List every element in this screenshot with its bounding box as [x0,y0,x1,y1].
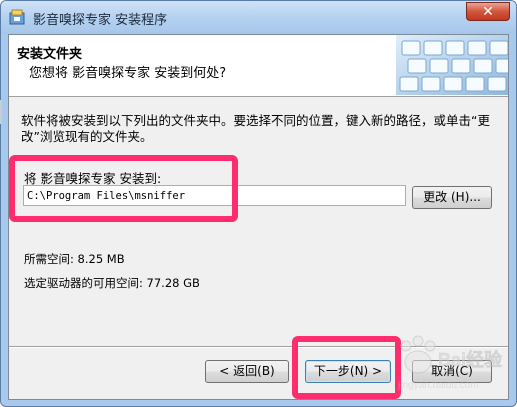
space-required-text: 所需空间: 8.25 MB [24,252,125,266]
back-button[interactable]: < 返回(B) [205,360,289,383]
wizard-header: 安装文件夹 您想将 影音嗅探专家 安装到何处? [9,35,508,97]
page-subtitle: 您想将 影音嗅探专家 安装到何处? [29,66,227,81]
next-button-highlight [292,336,401,399]
title-bar[interactable]: 影音嗅探专家 安装程序 ✕ [1,1,516,34]
svg-text:jingyan.baidu.com: jingyan.baidu.com [397,380,479,391]
install-path-highlight [9,155,238,222]
browse-button[interactable]: 更改 (H)... [412,186,492,209]
baidu-jingyan-watermark: Bai经验 jingyan.baidu.com [397,335,503,391]
instructions-text: 软件将被安装到以下列出的文件夹中。要选择不同的位置，键入新的路径，或单击“更改”… [21,113,490,144]
installer-app-icon [9,9,25,25]
window-edge-mark [0,100,2,124]
keyboard-banner-image [396,35,508,95]
window-title: 影音嗅探专家 安装程序 [33,13,168,28]
space-available-text: 选定驱动器的可用空间: 77.28 GB [24,276,200,290]
close-icon: ✕ [482,4,494,20]
page-title: 安装文件夹 [17,47,83,62]
close-button[interactable]: ✕ [466,2,510,21]
svg-text:Bai经验: Bai经验 [438,349,503,370]
